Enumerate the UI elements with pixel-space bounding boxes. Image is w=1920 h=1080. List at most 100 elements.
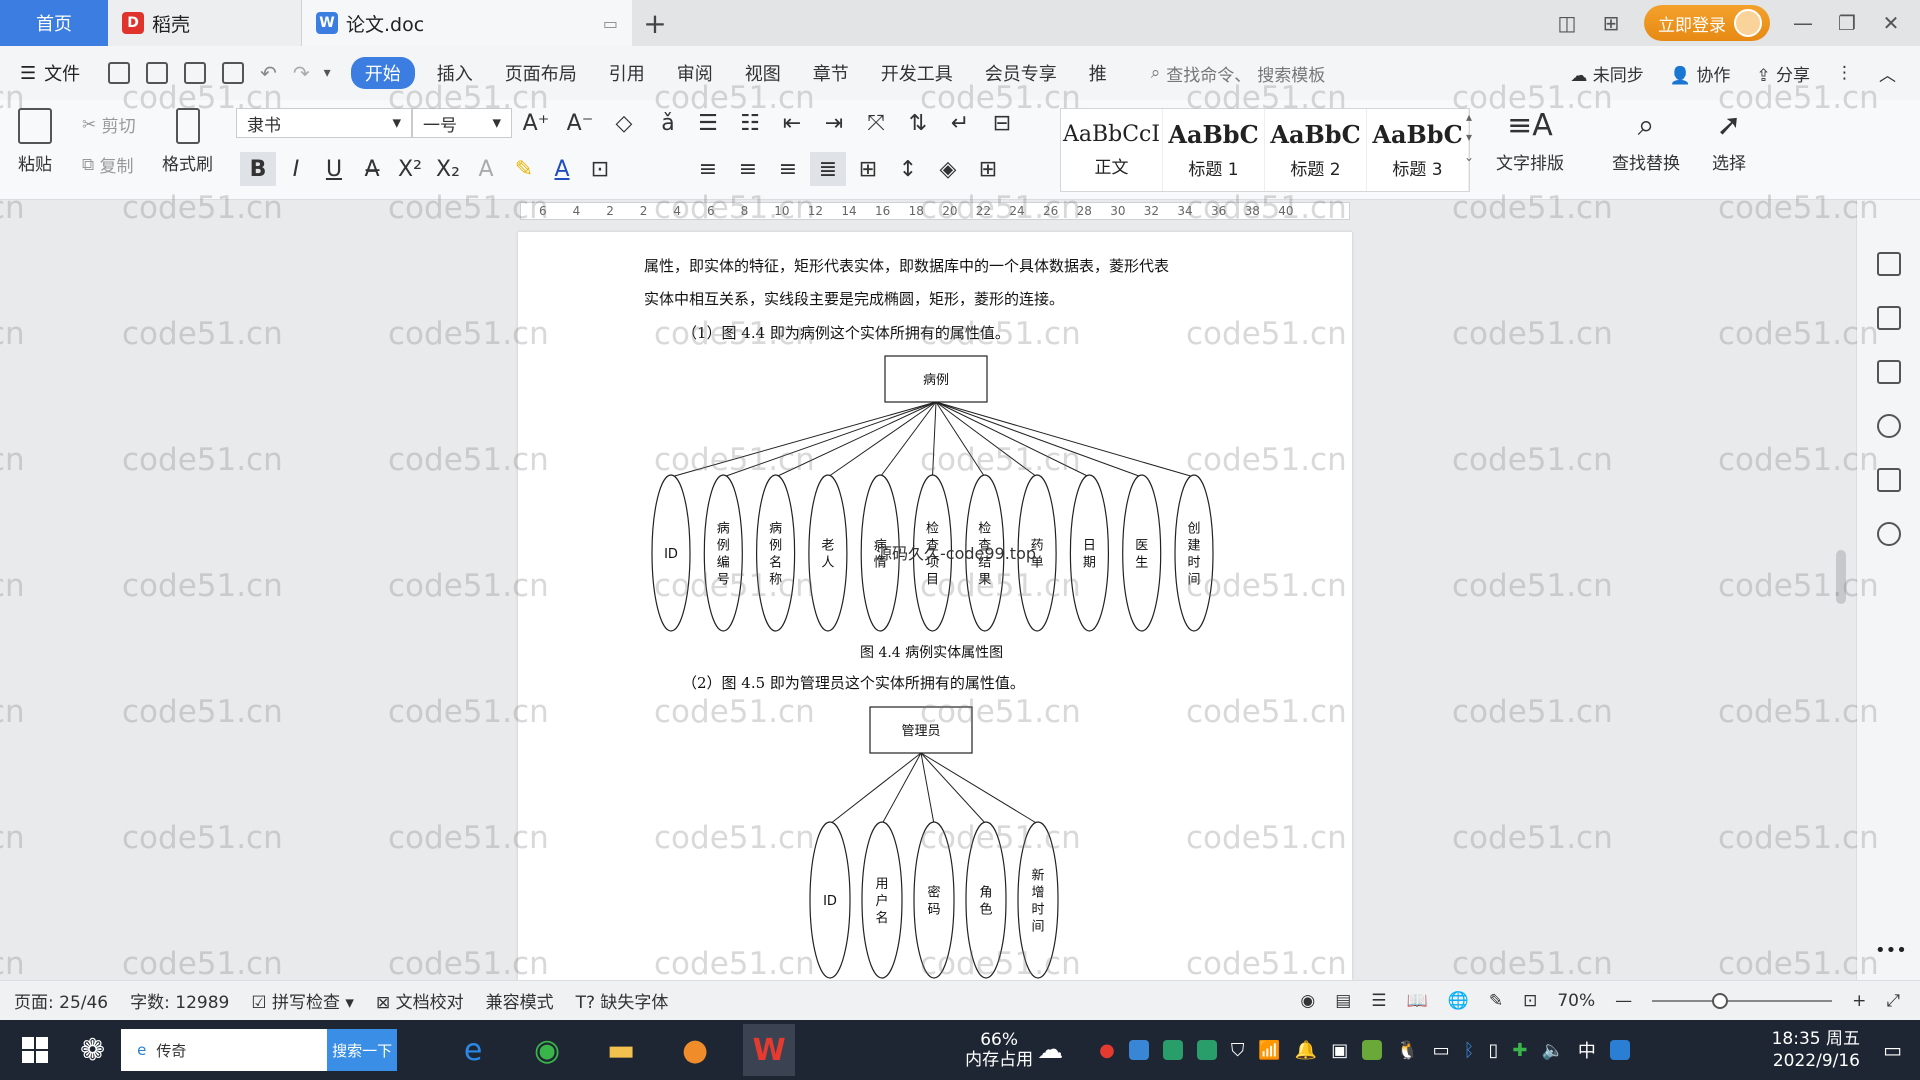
font-name-select[interactable]: 隶书 ▾ <box>236 108 412 138</box>
tab-start[interactable]: 开始 <box>350 57 415 89</box>
help-icon[interactable] <box>1877 414 1901 438</box>
page-view-icon[interactable]: ▤ <box>1335 991 1351 1011</box>
style-heading-2[interactable]: AaBbC 标题 2 <box>1265 109 1367 191</box>
tab-chapter[interactable]: 章节 <box>797 60 865 86</box>
file-menu[interactable]: ☰ 文件 <box>20 60 80 86</box>
zoom-slider[interactable] <box>1652 992 1833 1009</box>
grid-apps-icon[interactable]: ⊞ <box>1600 11 1622 35</box>
decrease-indent-icon[interactable]: ⇤ <box>774 106 810 140</box>
print-preview-icon[interactable] <box>222 62 245 84</box>
grow-font-icon[interactable]: A⁺ <box>518 106 554 140</box>
taskbar-search-button[interactable]: 搜索一下 <box>327 1029 398 1071</box>
tab-review[interactable]: 审阅 <box>661 60 729 86</box>
tray-app-icon[interactable] <box>1128 1040 1149 1060</box>
start-button[interactable] <box>0 1037 70 1063</box>
export-icon[interactable] <box>146 62 169 84</box>
tray-app-icon[interactable] <box>1609 1040 1630 1060</box>
wps-app-icon[interactable]: W <box>743 1024 796 1076</box>
eye-protect-icon[interactable]: ◉ <box>1300 991 1315 1011</box>
distributed-icon[interactable]: ⊞ <box>850 152 886 186</box>
proofread-button[interactable]: ⊠ 文档校对 <box>376 988 464 1013</box>
backup-icon[interactable] <box>1877 468 1901 492</box>
tray-app-icon[interactable] <box>1162 1040 1183 1060</box>
task-view-icon[interactable]: ❁ <box>80 1033 105 1068</box>
bell-icon[interactable]: 🔔 <box>1295 1040 1317 1061</box>
numbered-list-icon[interactable]: ☷ <box>732 106 768 140</box>
cut-button[interactable]: ✂ 剪切 <box>82 112 136 138</box>
command-search[interactable]: ⌕ 查找命令、 搜索模板 <box>1151 61 1326 86</box>
text-effect-button[interactable]: A <box>468 152 504 186</box>
strikethrough-button[interactable]: A̶ <box>354 152 390 186</box>
collab-button[interactable]: 👤 协作 <box>1670 61 1731 86</box>
tab-document[interactable]: W 论文.doc ▭ <box>302 0 632 46</box>
nvidia-icon[interactable] <box>1362 1040 1383 1060</box>
tab-view[interactable]: 视图 <box>729 60 797 86</box>
style-normal[interactable]: AaBbCcI 正文 <box>1061 109 1163 191</box>
style-heading-1[interactable]: AaBbC 标题 1 <box>1163 109 1265 191</box>
outline-view-icon[interactable]: ☰ <box>1371 991 1386 1011</box>
style-scroll-down-icon[interactable]: ▾ <box>1466 130 1472 144</box>
undo-icon[interactable]: ↶ <box>260 61 277 85</box>
copy-button[interactable]: ⧉ 复制 <box>82 152 134 178</box>
taskbar-clock[interactable]: 18:35 周五 2022/9/16 <box>1772 1028 1860 1072</box>
italic-button[interactable]: I <box>278 152 314 186</box>
zoom-in-icon[interactable]: + <box>1852 991 1866 1011</box>
file-explorer-icon[interactable]: ▬ <box>595 1024 647 1076</box>
notification-icon[interactable]: ▭ <box>1883 1038 1902 1062</box>
align-left-icon[interactable]: ≡ <box>690 152 726 186</box>
minimize-icon[interactable]: — <box>1792 11 1814 35</box>
browser-360-icon[interactable]: ◉ <box>521 1024 573 1076</box>
qq-icon[interactable]: 🐧 <box>1396 1040 1418 1061</box>
horizontal-ruler[interactable]: 6 4 2 2 4 6 8 10 12 14 16 18 20 22 24 26 28 30 32 34 36 38 40 <box>520 202 1350 220</box>
text-layout-button[interactable]: ≡A 文字排版 <box>1496 108 1564 174</box>
zoom-slider-knob[interactable] <box>1712 992 1729 1009</box>
save-icon[interactable] <box>108 62 131 84</box>
missing-font-button[interactable]: T? 缺失字体 <box>576 988 669 1013</box>
underline-button[interactable]: U <box>316 152 352 186</box>
settings-slider-icon[interactable] <box>1877 360 1901 384</box>
tab-developer[interactable]: 开发工具 <box>865 60 969 86</box>
collapse-ribbon-icon[interactable]: ︿ <box>1879 61 1896 86</box>
zoom-out-icon[interactable]: — <box>1615 991 1632 1011</box>
font-color-button[interactable]: A <box>544 152 580 186</box>
tab-pin-icon[interactable]: ▭ <box>603 14 618 33</box>
quick-access-dropdown-icon[interactable]: ▾ <box>324 65 331 81</box>
document-page[interactable]: 属性，即实体的特征，矩形代表实体，即数据库中的一个具体数据表，菱形代表 实体中相… <box>518 232 1352 980</box>
tab-insert[interactable]: 插入 <box>421 60 489 86</box>
tab-page-layout[interactable]: 页面布局 <box>489 60 593 86</box>
taskbar-search[interactable]: e 传奇 <box>121 1029 328 1071</box>
tab-home[interactable]: 首页 <box>0 0 108 46</box>
shrink-font-icon[interactable]: A⁻ <box>562 106 598 140</box>
subscript-button[interactable]: X₂ <box>430 152 466 186</box>
word-count[interactable]: 字数: 12989 <box>130 988 229 1013</box>
vertical-scrollbar[interactable] <box>1834 230 1848 970</box>
find-replace-button[interactable]: ⌕ 查找替换 <box>1612 108 1680 174</box>
redo-icon[interactable]: ↷ <box>293 61 310 85</box>
scroll-thumb[interactable] <box>1836 550 1846 604</box>
style-expand-icon[interactable]: ⌄ <box>1464 150 1474 164</box>
more-options-icon[interactable]: ⋮ <box>1836 63 1853 83</box>
borders-icon[interactable]: ⊞ <box>970 152 1006 186</box>
page-indicator[interactable]: 页面: 25/46 <box>14 988 108 1013</box>
chinese-layout-icon[interactable]: ⤧ <box>858 106 894 140</box>
bullet-list-icon[interactable]: ☰ <box>690 106 726 140</box>
fit-page-icon[interactable]: ⊡ <box>1523 991 1537 1011</box>
tray-app-icon[interactable]: ✚ <box>1512 1040 1527 1061</box>
align-justify-icon[interactable]: ≣ <box>810 152 846 186</box>
tab-references[interactable]: 引用 <box>593 60 661 86</box>
reading-view-icon[interactable]: 📖 <box>1407 991 1428 1011</box>
char-border-button[interactable]: ⊡ <box>582 152 618 186</box>
memory-usage[interactable]: 66% 内存占用 <box>965 1030 1033 1070</box>
pen-icon[interactable] <box>1877 252 1901 276</box>
more-dots-icon[interactable]: ••• <box>1875 940 1907 961</box>
tray-app-icon[interactable]: ● <box>1099 1040 1115 1061</box>
tab-daoke[interactable]: D 稻壳 <box>108 0 302 46</box>
tray-app-icon[interactable] <box>1196 1040 1217 1060</box>
select-button[interactable]: ➚ 选择 <box>1712 108 1746 174</box>
web-view-icon[interactable]: 🌐 <box>1448 991 1469 1011</box>
show-marks-icon[interactable]: ↵ <box>942 106 978 140</box>
superscript-button[interactable]: X² <box>392 152 428 186</box>
bluetooth-icon[interactable]: ᛒ <box>1464 1040 1475 1061</box>
align-right-icon[interactable]: ≡ <box>770 152 806 186</box>
shading-icon[interactable]: ◈ <box>930 152 966 186</box>
